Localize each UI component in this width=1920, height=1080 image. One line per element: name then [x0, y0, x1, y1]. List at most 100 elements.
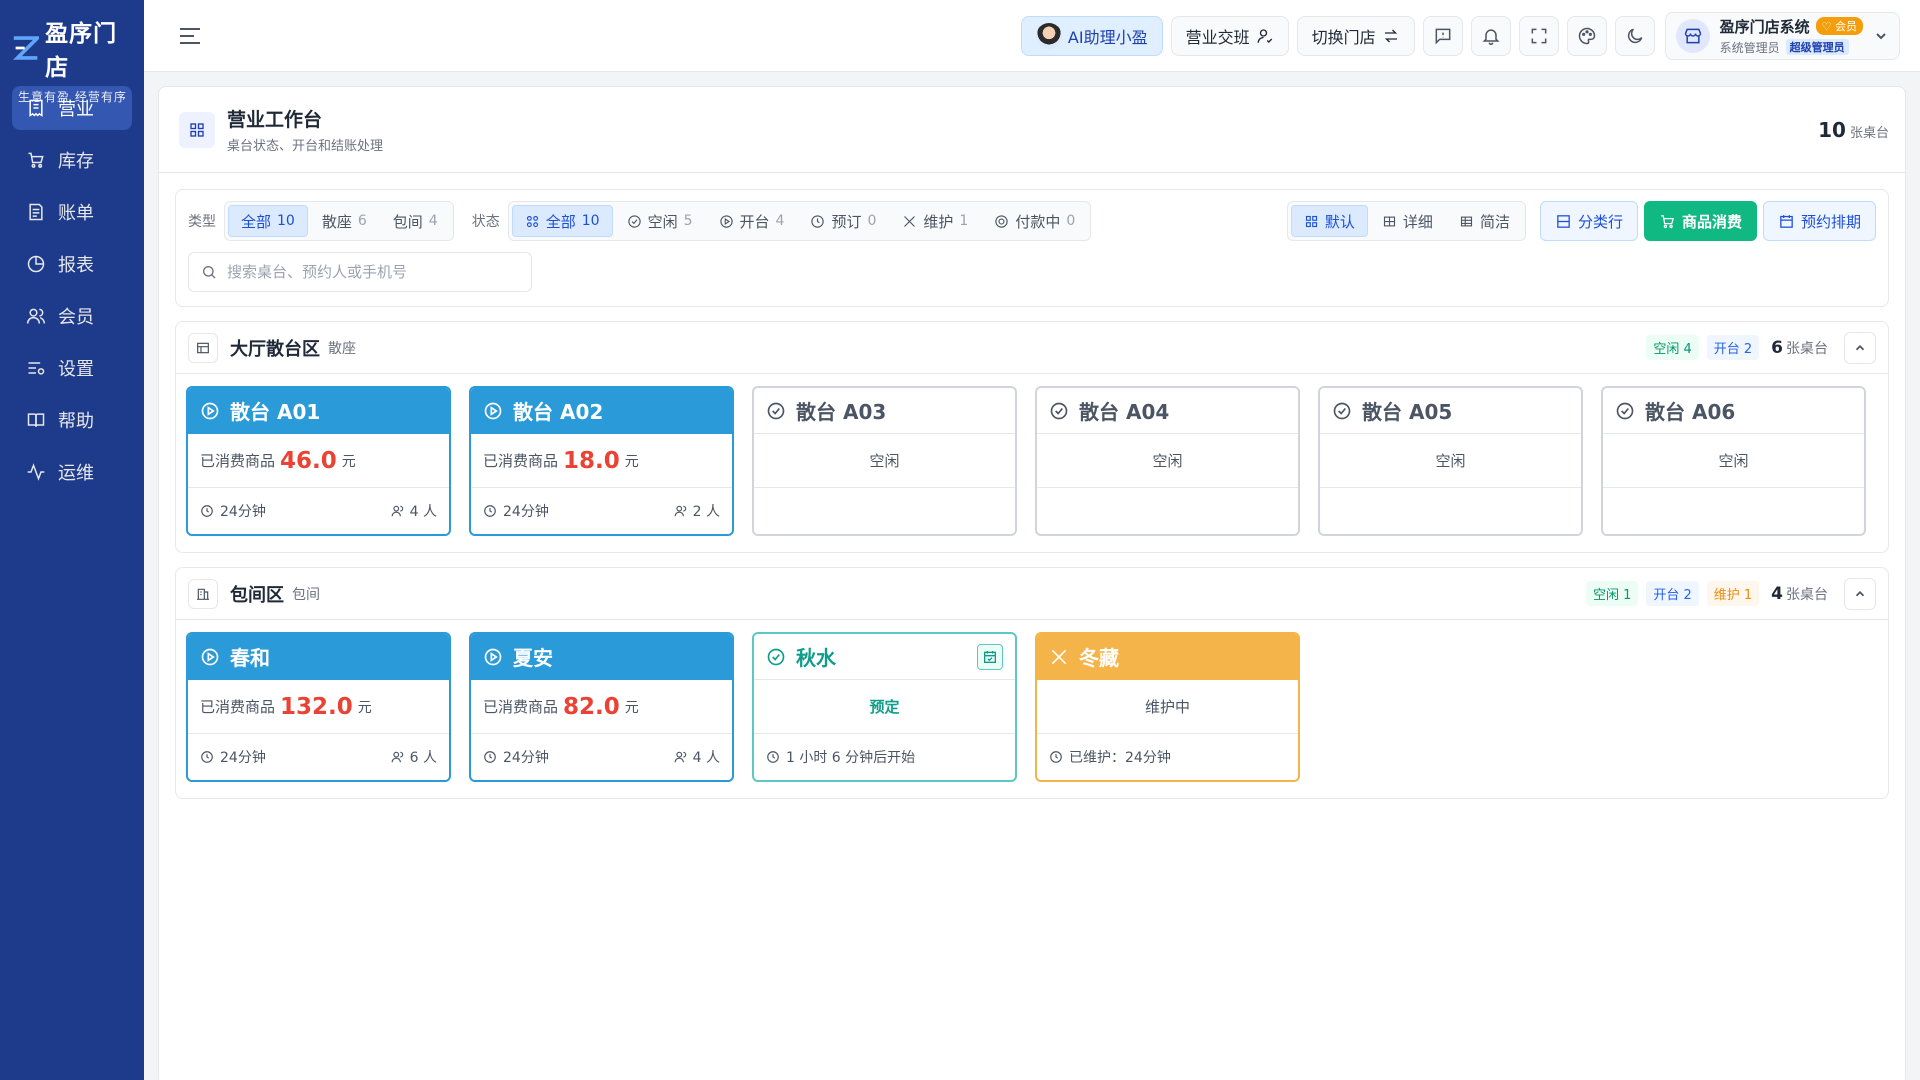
reservation-calendar-button[interactable] [977, 643, 1003, 670]
zone-collapse-button[interactable] [1844, 577, 1876, 610]
seg-label: 包间 [392, 212, 423, 231]
sidebar-item-help[interactable]: 帮助 [12, 398, 132, 442]
zone-header: 包间区 包间 空闲 1 开台 2 维护 1 4 张桌台 [176, 568, 1888, 620]
status-filter: 全部 10 空闲 5 开台 4 预订 0 维护 1 付款中 0 [507, 201, 1092, 241]
sidebar-item-reports[interactable]: 报表 [12, 242, 132, 286]
cart-icon [1661, 214, 1674, 228]
table-card[interactable]: 春和 已消费商品 132.0 元 24分钟 6 人 [186, 632, 451, 782]
table-card[interactable]: 散台 A05 空闲 [1318, 386, 1583, 536]
play-circle-icon [484, 648, 502, 665]
zone-tag-open: 开台 2 [1646, 581, 1699, 606]
seg-label: 散座 [321, 212, 352, 231]
main: AI助理小盈 营业交班 切换门店 盈序门店系统 ♡ 会员 系统管理员 超级管理员… [144, 0, 1920, 1080]
category-row-label: 分类行 [1577, 212, 1623, 231]
reservation-start-time: 1 小时 6 分钟后开始 [786, 750, 916, 766]
seg-label: 默认 [1324, 212, 1355, 231]
user-menu[interactable]: 盈序门店系统 ♡ 会员 系统管理员 超级管理员 [1664, 11, 1900, 60]
table-name: 散台 A05 [1362, 400, 1453, 424]
play-circle-icon [201, 402, 219, 419]
table-card[interactable]: 秋水 预定 1 小时 6 分钟后开始 [752, 632, 1017, 782]
seg-label: 简洁 [1479, 212, 1510, 231]
table-card[interactable]: 散台 A04 空闲 [1035, 386, 1300, 536]
zone-tag-free: 空闲 1 [1585, 581, 1639, 606]
table-name: 夏安 [513, 646, 553, 670]
category-row-button[interactable]: 分类行 [1539, 201, 1638, 241]
switch-store-button[interactable]: 切换门店 [1296, 15, 1415, 56]
status-filter-maint[interactable]: 维护 1 [890, 205, 980, 237]
swap-icon [1384, 29, 1397, 42]
table-card[interactable]: 散台 A02 已消费商品 18.0 元 24分钟 2 人 [469, 386, 734, 536]
zone-count-unit: 张桌台 [1786, 586, 1828, 603]
type-filter-room[interactable]: 包间 4 [381, 205, 450, 237]
table-card[interactable]: 散台 A06 空闲 [1601, 386, 1866, 536]
guest-count: 2 人 [692, 504, 720, 520]
seg-label: 开台 [739, 212, 770, 231]
sidebar-item-settings[interactable]: 设置 [12, 346, 132, 390]
consumed-amount: 82.0 [563, 693, 620, 720]
sidebar-item-bills[interactable]: 账单 [12, 190, 132, 234]
status-filter-reserved[interactable]: 预订 0 [798, 205, 888, 237]
tools-icon [1051, 649, 1067, 664]
status-filter-all[interactable]: 全部 10 [511, 205, 613, 237]
clock-icon [811, 214, 825, 228]
zone-collapse-button[interactable] [1844, 331, 1876, 364]
table-name: 散台 A01 [230, 400, 321, 424]
view-detail[interactable]: 详细 [1370, 205, 1445, 237]
sidebar-item-label: 运维 [58, 463, 94, 484]
table-card[interactable]: 散台 A01 已消费商品 46.0 元 24分钟 4 人 [186, 386, 451, 536]
table-card[interactable]: 夏安 已消费商品 82.0 元 24分钟 4 人 [469, 632, 734, 782]
status-filter-open[interactable]: 开台 4 [707, 205, 797, 237]
type-filter-hall[interactable]: 散座 6 [310, 205, 379, 237]
consumed-amount: 46.0 [280, 447, 337, 474]
topbar: AI助理小盈 营业交班 切换门店 盈序门店系统 ♡ 会员 系统管理员 超级管理员 [144, 0, 1920, 72]
table-card[interactable]: 冬藏 维护中 已维护：24分钟 [1035, 632, 1300, 782]
sidebar-item-inventory[interactable]: 库存 [12, 138, 132, 182]
clock-icon [201, 505, 213, 517]
vip-badge-label: 会员 [1835, 20, 1857, 33]
zone-type: 散座 [328, 340, 356, 357]
page-subtitle: 桌台状态、开台和结账处理 [227, 139, 384, 154]
shift-handover-button[interactable]: 营业交班 [1170, 15, 1289, 56]
table-status-text: 空闲 [1718, 452, 1749, 470]
clock-icon [201, 751, 213, 763]
bell-icon [1482, 28, 1500, 45]
elapsed-time: 24分钟 [503, 504, 549, 520]
table-status-text: 空闲 [1152, 452, 1183, 470]
dark-mode-button[interactable] [1614, 15, 1655, 56]
zone-count-number: 6 [1771, 337, 1783, 358]
currency-unit: 元 [624, 699, 639, 716]
zone-count-number: 4 [1771, 583, 1783, 604]
status-filter-paying[interactable]: 付款中 0 [982, 205, 1087, 237]
sidebar-item-label: 设置 [58, 359, 94, 380]
zone-hall: 大厅散台区 散座 空闲 4 开台 2 6 张桌台 散台 A01 已消费商品 46… [175, 321, 1889, 553]
filter-bar: 类型 全部 10 散座 6 包间 4 状态 全部 10 空闲 5 开台 4 预订… [175, 189, 1889, 307]
sidebar-item-ops[interactable]: 运维 [12, 450, 132, 494]
seg-label: 付款中 [1015, 212, 1061, 231]
search-input[interactable] [227, 263, 517, 281]
type-filter-all[interactable]: 全部 10 [228, 205, 308, 237]
feedback-button[interactable] [1422, 15, 1463, 56]
reservation-schedule-button[interactable]: 预约排期 [1762, 201, 1876, 241]
fullscreen-button[interactable] [1518, 15, 1559, 56]
currency-unit: 元 [624, 453, 639, 470]
currency-unit: 元 [357, 699, 372, 716]
guest-count: 4 人 [692, 750, 720, 766]
chevron-up-icon [1855, 590, 1865, 596]
type-filter: 全部 10 散座 6 包间 4 [224, 201, 454, 241]
theme-palette-button[interactable] [1566, 15, 1607, 56]
seg-count: 4 [428, 213, 438, 229]
view-default[interactable]: 默认 [1290, 205, 1368, 237]
view-compact[interactable]: 简洁 [1447, 205, 1522, 237]
sidebar-item-members[interactable]: 会员 [12, 294, 132, 338]
play-circle-icon [484, 402, 502, 419]
zone-tag-free: 空闲 4 [1646, 335, 1699, 360]
message-icon [1435, 28, 1451, 44]
ai-assistant-button[interactable]: AI助理小盈 [1020, 15, 1163, 56]
status-filter-free[interactable]: 空闲 5 [615, 205, 705, 237]
product-consume-button[interactable]: 商品消费 [1643, 201, 1757, 241]
grid-view-icon [1305, 215, 1317, 227]
notifications-button[interactable] [1470, 15, 1511, 56]
table-card[interactable]: 散台 A03 空闲 [752, 386, 1017, 536]
menu-toggle-icon[interactable] [176, 22, 204, 50]
seg-count: 4 [775, 213, 785, 229]
